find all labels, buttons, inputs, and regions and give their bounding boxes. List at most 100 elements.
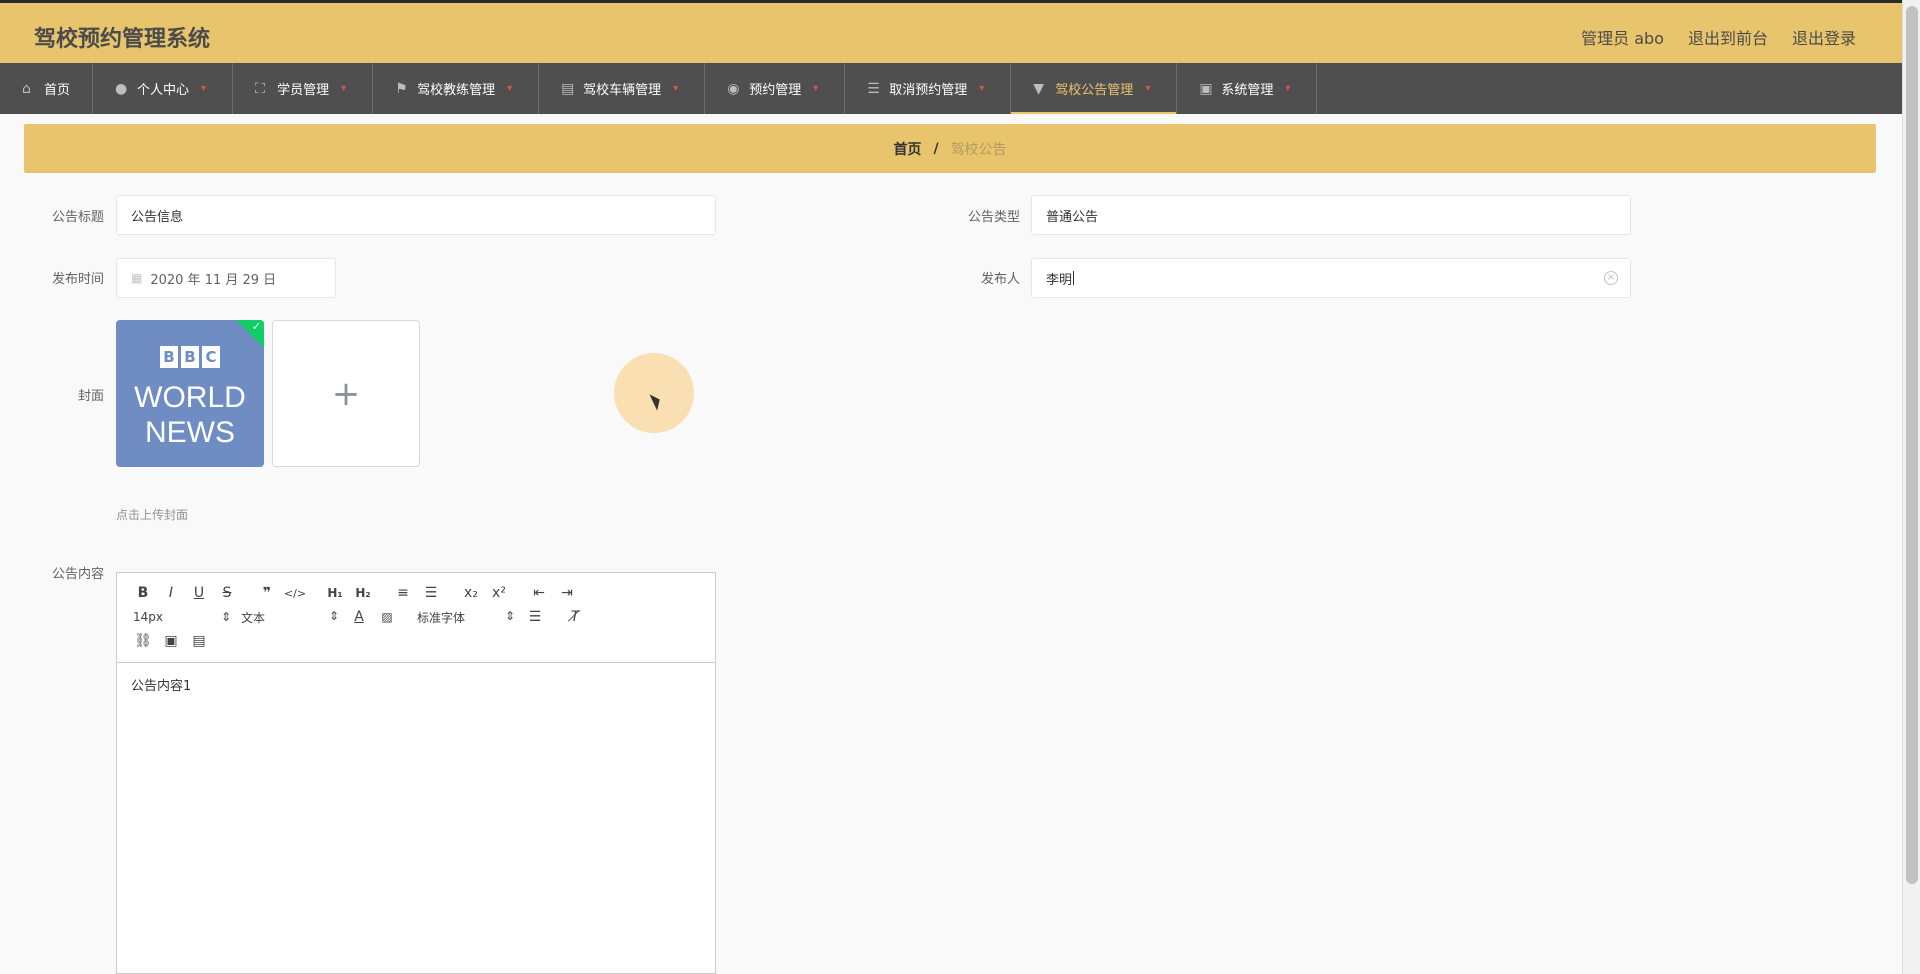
select-arrows-icon: ⇕ — [220, 610, 231, 624]
bold-icon[interactable]: B — [129, 585, 157, 601]
font-family-value: 标准字体 — [417, 610, 466, 625]
logo-word: WORLD — [134, 381, 246, 414]
home-icon: ⌂ — [22, 80, 31, 97]
nav-item-home[interactable]: ⌂ 首页 — [0, 63, 94, 114]
page-scrollbar[interactable] — [1902, 0, 1920, 974]
title-input[interactable]: 公告信息 — [116, 195, 716, 235]
select-arrows-icon: ⇕ — [328, 608, 339, 623]
link-icon[interactable]: ⛓ — [129, 633, 157, 649]
type-label: 公告类型 — [967, 210, 1020, 225]
chevron-down-icon: ▾ — [813, 83, 819, 94]
nav-item-system[interactable]: ▣ 系统管理 ▾ — [1177, 63, 1318, 114]
breadcrumb-home[interactable]: 首页 — [893, 139, 921, 159]
ordered-list-icon[interactable]: ≡ — [389, 585, 417, 601]
chevron-down-icon: ▾ — [201, 83, 207, 94]
nav-label-students: 学员管理 — [277, 83, 330, 98]
publisher-label: 发布人 — [980, 272, 1020, 287]
admin-label: 管理员 abo — [1581, 29, 1664, 48]
chevron-down-icon: ▾ — [979, 83, 985, 94]
nav-label-system: 系统管理 — [1221, 83, 1274, 98]
date-value: 2020 年 11 月 29 日 — [150, 272, 277, 288]
check-icon: ✓ — [251, 320, 261, 333]
publisher-value: 李明 — [1046, 272, 1073, 288]
code-icon[interactable]: </> — [281, 587, 309, 600]
outdent-icon[interactable]: ⇤ — [525, 585, 553, 601]
font-size-value: 14px — [133, 610, 163, 624]
nav-label-announcements: 驾校公告管理 — [1055, 83, 1134, 98]
cover-label: 封面 — [77, 389, 104, 404]
breadcrumb-current: 驾校公告 — [950, 141, 1007, 158]
nav-label-booking: 预约管理 — [749, 83, 802, 98]
font-family-select[interactable]: 标准字体 ⇕ — [413, 609, 521, 626]
nav-label-vehicles: 驾校车辆管理 — [583, 83, 662, 98]
align-icon[interactable]: ☰ — [521, 609, 549, 625]
nav-item-booking[interactable]: ◉ 预约管理 ▾ — [705, 63, 846, 114]
breadcrumb: 首页 / 驾校公告 — [24, 124, 1876, 173]
italic-icon[interactable]: I — [157, 585, 185, 601]
user-icon: ● — [115, 80, 128, 97]
subscript-icon[interactable]: x₂ — [457, 585, 485, 601]
nav-label-cancel-booking: 取消预约管理 — [889, 83, 968, 98]
logo-letter: B — [160, 346, 178, 368]
date-picker[interactable]: ▦ 2020 年 11 月 29 日 — [116, 258, 336, 298]
location-icon: ◉ — [727, 80, 740, 97]
publisher-input[interactable]: 李明 × — [1031, 258, 1631, 298]
expand-icon: ⛶ — [255, 80, 265, 97]
plus-icon: + — [331, 373, 361, 414]
clear-icon[interactable]: × — [1604, 271, 1618, 285]
video-icon[interactable]: ▤ — [185, 633, 213, 649]
nav-item-vehicles[interactable]: ▤ 驾校车辆管理 ▾ — [539, 63, 706, 114]
date-label: 发布时间 — [51, 272, 104, 287]
heading2-icon[interactable]: H₂ — [349, 586, 377, 600]
cover-thumbnail[interactable]: B B C WORLD NEWS ✓ — [116, 320, 264, 467]
logo-letter: B — [181, 346, 199, 368]
clipboard-icon: ▤ — [561, 80, 575, 97]
blockquote-icon[interactable]: ❞ — [253, 585, 281, 601]
editor-content[interactable]: 公告内容1 — [117, 663, 715, 706]
rich-text-editor[interactable]: B I U S ❞ </> H₁ H₂ ≡ ☰ x₂ x² ⇤ ⇥ 14px ⇕ … — [116, 572, 716, 974]
select-arrows-icon: ⇕ — [504, 608, 515, 623]
logo-text: WORLD NEWS — [116, 380, 264, 450]
chevron-down-icon: ▾ — [1285, 83, 1291, 94]
heading1-icon[interactable]: H₁ — [321, 586, 349, 600]
background-color-icon[interactable]: ▨ — [373, 610, 401, 624]
content-label: 公告内容 — [51, 567, 104, 582]
type-input[interactable]: 普通公告 — [1031, 195, 1631, 235]
image-icon[interactable]: ▣ — [157, 633, 185, 649]
logo-word: NEWS — [145, 416, 235, 449]
underline-icon[interactable]: U — [185, 585, 213, 601]
top-header: 驾校预约管理系统 管理员 abo 退出到前台 退出登录 — [0, 0, 1902, 63]
flag-icon: ⚑ — [395, 80, 408, 97]
font-size-select[interactable]: 14px ⇕ — [129, 610, 237, 624]
font-color-icon[interactable]: A — [345, 609, 373, 625]
top-links: 管理员 abo 退出到前台 退出登录 — [1581, 25, 1856, 49]
nav-item-profile[interactable]: ● 个人中心 ▾ — [93, 63, 234, 114]
nav-label-home: 首页 — [44, 83, 71, 98]
strikethrough-icon[interactable]: S — [213, 585, 241, 601]
clear-format-icon[interactable]: T̸ — [561, 609, 589, 625]
breadcrumb-separator: / — [933, 140, 939, 157]
bullet-list-icon[interactable]: ☰ — [417, 585, 445, 601]
chevron-down-icon: ▾ — [1145, 83, 1151, 94]
nav-item-students[interactable]: ⛶ 学员管理 ▾ — [233, 63, 374, 114]
nav-item-announcements[interactable]: ▼ 驾校公告管理 ▾ — [1011, 63, 1178, 114]
logout-link[interactable]: 退出登录 — [1792, 25, 1856, 49]
scrollbar-thumb[interactable] — [1906, 6, 1918, 884]
app-title: 驾校预约管理系统 — [34, 27, 211, 52]
front-link[interactable]: 退出到前台 — [1688, 25, 1768, 49]
chevron-down-icon: ▾ — [507, 83, 513, 94]
nav-item-cancel-booking[interactable]: ☰ 取消预约管理 ▾ — [845, 63, 1012, 114]
logo-letter: C — [202, 346, 220, 368]
chevron-down-icon: ▾ — [673, 83, 679, 94]
chart-icon: ▣ — [1199, 80, 1213, 97]
add-cover-button[interactable]: + — [272, 320, 420, 467]
indent-icon[interactable]: ⇥ — [553, 585, 581, 601]
chevron-down-icon: ▾ — [341, 83, 347, 94]
superscript-icon[interactable]: x² — [485, 585, 513, 601]
format-select[interactable]: 文本 ⇕ — [237, 609, 345, 626]
nav-item-coaches[interactable]: ⚑ 驾校教练管理 ▾ — [373, 63, 540, 114]
pin-icon: ▼ — [1033, 80, 1045, 97]
calendar-icon: ▦ — [131, 271, 143, 285]
main-nav: ⌂ 首页 ● 个人中心 ▾ ⛶ 学员管理 ▾ ⚑ 驾校教练管理 ▾ ▤ 驾校车辆… — [0, 63, 1902, 114]
bbc-logo: B B C — [160, 346, 220, 368]
